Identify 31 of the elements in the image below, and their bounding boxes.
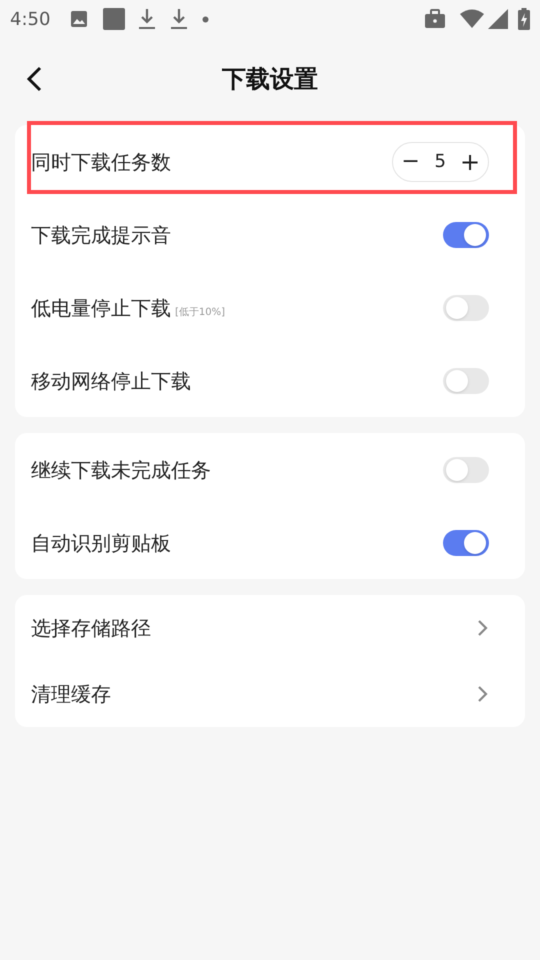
stepper-value: 5 [434, 150, 446, 174]
briefcase-icon [424, 9, 446, 29]
toggle-switch[interactable] [443, 294, 489, 320]
decrement-button[interactable]: − [398, 150, 423, 172]
setting-label: 移动网络停止下载 [31, 368, 191, 394]
image-icon [70, 10, 88, 28]
setting-label: 低电量停止下载 [31, 294, 171, 322]
increment-button[interactable]: + [458, 150, 482, 174]
status-time: 4:50 [10, 8, 50, 32]
toggle-switch[interactable] [443, 368, 489, 394]
dot-icon [202, 16, 210, 22]
download-icon [138, 8, 156, 30]
toggle-switch[interactable] [443, 222, 489, 248]
setting-label: 选择存储路径 [31, 615, 151, 642]
page-title: 下载设置 [222, 64, 318, 95]
toggle-switch[interactable] [443, 530, 489, 556]
setting-label: 下载完成提示音 [31, 222, 171, 248]
toggle-switch[interactable] [443, 456, 489, 482]
signal-icon [488, 9, 508, 29]
setting-label: 自动识别剪贴板 [31, 530, 171, 556]
chevron-right-icon [477, 619, 489, 637]
battery-icon [518, 8, 530, 30]
setting-note: [低于10%] [175, 306, 226, 320]
back-icon[interactable] [24, 65, 44, 93]
download-icon [170, 8, 188, 30]
setting-label: 继续下载未完成任务 [31, 456, 211, 484]
chevron-right-icon [477, 685, 489, 703]
wifi-icon [460, 9, 484, 29]
setting-label: 清理缓存 [31, 681, 111, 708]
setting-label: 同时下载任务数 [31, 148, 171, 176]
square-icon [102, 7, 126, 31]
